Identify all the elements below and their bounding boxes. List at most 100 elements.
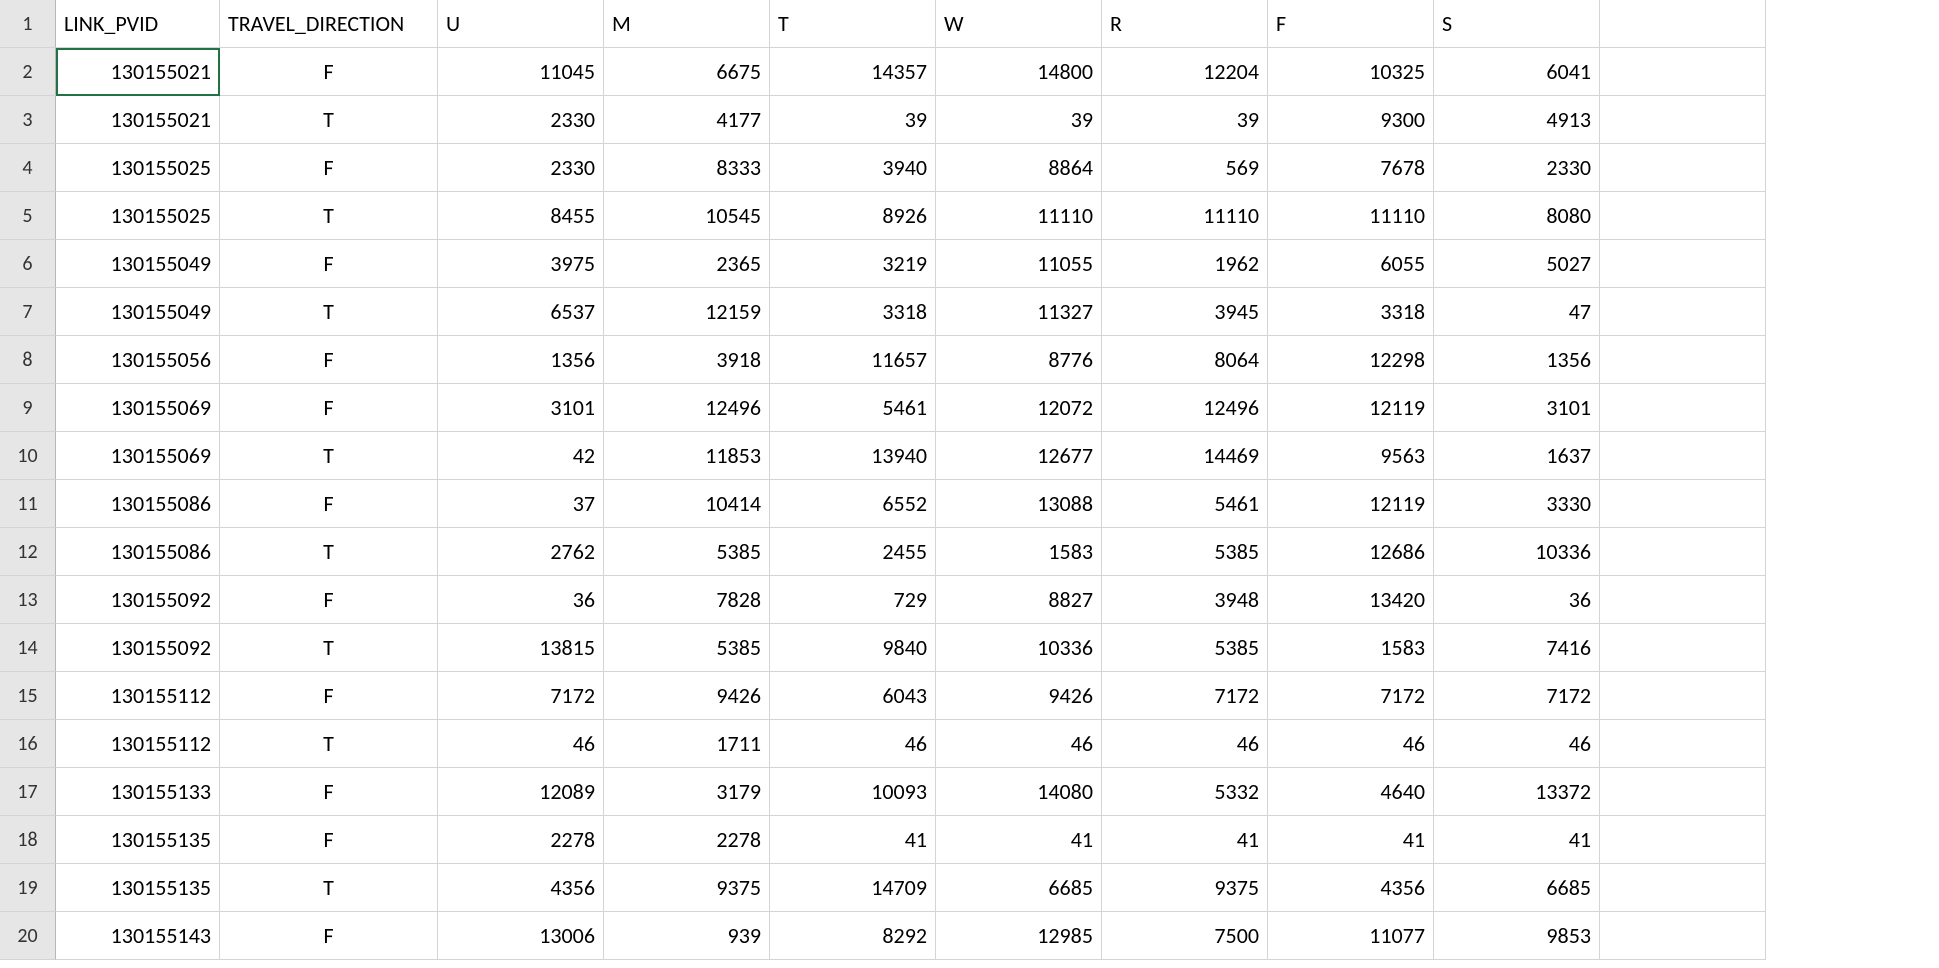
empty-cell[interactable] (1600, 48, 1766, 96)
cell-S[interactable]: 2330 (1434, 144, 1600, 192)
cell-S[interactable]: 1637 (1434, 432, 1600, 480)
cell-travel-direction[interactable]: F (220, 576, 438, 624)
cell-T[interactable]: 6552 (770, 480, 936, 528)
cell-U[interactable]: 3975 (438, 240, 604, 288)
cell-F[interactable]: 13420 (1268, 576, 1434, 624)
cell-M[interactable]: 9426 (604, 672, 770, 720)
cell-link-pvid[interactable]: 130155112 (56, 672, 220, 720)
cell-M[interactable]: 5385 (604, 528, 770, 576)
cell-R[interactable]: 46 (1102, 720, 1268, 768)
cell-R[interactable]: 1962 (1102, 240, 1268, 288)
cell-F[interactable]: 7678 (1268, 144, 1434, 192)
cell-W[interactable]: 8827 (936, 576, 1102, 624)
row-header-19[interactable]: 19 (0, 864, 56, 912)
column-header-U[interactable]: U (438, 0, 604, 48)
cell-F[interactable]: 12119 (1268, 384, 1434, 432)
row-header-4[interactable]: 4 (0, 144, 56, 192)
cell-M[interactable]: 11853 (604, 432, 770, 480)
cell-link-pvid[interactable]: 130155092 (56, 624, 220, 672)
cell-travel-direction[interactable]: F (220, 816, 438, 864)
row-header-18[interactable]: 18 (0, 816, 56, 864)
cell-W[interactable]: 39 (936, 96, 1102, 144)
row-header-10[interactable]: 10 (0, 432, 56, 480)
cell-M[interactable]: 3179 (604, 768, 770, 816)
cell-W[interactable]: 13088 (936, 480, 1102, 528)
cell-S[interactable]: 36 (1434, 576, 1600, 624)
cell-M[interactable]: 9375 (604, 864, 770, 912)
cell-T[interactable]: 8926 (770, 192, 936, 240)
cell-U[interactable]: 13006 (438, 912, 604, 960)
cell-M[interactable]: 2278 (604, 816, 770, 864)
cell-travel-direction[interactable]: T (220, 528, 438, 576)
row-header-14[interactable]: 14 (0, 624, 56, 672)
cell-F[interactable]: 11110 (1268, 192, 1434, 240)
cell-W[interactable]: 11110 (936, 192, 1102, 240)
cell-S[interactable]: 3330 (1434, 480, 1600, 528)
cell-travel-direction[interactable]: F (220, 144, 438, 192)
cell-travel-direction[interactable]: T (220, 864, 438, 912)
cell-F[interactable]: 10325 (1268, 48, 1434, 96)
cell-link-pvid[interactable]: 130155069 (56, 384, 220, 432)
cell-W[interactable]: 8776 (936, 336, 1102, 384)
column-header-LINK_PVID[interactable]: LINK_PVID (56, 0, 220, 48)
empty-cell[interactable] (1600, 432, 1766, 480)
cell-S[interactable]: 41 (1434, 816, 1600, 864)
cell-F[interactable]: 9300 (1268, 96, 1434, 144)
cell-S[interactable]: 47 (1434, 288, 1600, 336)
cell-F[interactable]: 12298 (1268, 336, 1434, 384)
cell-S[interactable]: 6685 (1434, 864, 1600, 912)
cell-W[interactable]: 41 (936, 816, 1102, 864)
empty-cell[interactable] (1600, 0, 1766, 48)
cell-U[interactable]: 13815 (438, 624, 604, 672)
cell-F[interactable]: 6055 (1268, 240, 1434, 288)
column-header-M[interactable]: M (604, 0, 770, 48)
row-header-2[interactable]: 2 (0, 48, 56, 96)
cell-T[interactable]: 14357 (770, 48, 936, 96)
cell-M[interactable]: 10545 (604, 192, 770, 240)
cell-R[interactable]: 7500 (1102, 912, 1268, 960)
row-header-16[interactable]: 16 (0, 720, 56, 768)
empty-cell[interactable] (1600, 864, 1766, 912)
cell-link-pvid[interactable]: 130155112 (56, 720, 220, 768)
cell-W[interactable]: 11327 (936, 288, 1102, 336)
cell-R[interactable]: 12496 (1102, 384, 1268, 432)
row-header-15[interactable]: 15 (0, 672, 56, 720)
cell-S[interactable]: 9853 (1434, 912, 1600, 960)
cell-W[interactable]: 14800 (936, 48, 1102, 96)
cell-M[interactable]: 10414 (604, 480, 770, 528)
cell-S[interactable]: 8080 (1434, 192, 1600, 240)
cell-link-pvid[interactable]: 130155143 (56, 912, 220, 960)
cell-travel-direction[interactable]: F (220, 768, 438, 816)
cell-link-pvid[interactable]: 130155135 (56, 864, 220, 912)
cell-U[interactable]: 2330 (438, 96, 604, 144)
cell-U[interactable]: 2278 (438, 816, 604, 864)
row-header-1[interactable]: 1 (0, 0, 56, 48)
cell-F[interactable]: 7172 (1268, 672, 1434, 720)
cell-U[interactable]: 6537 (438, 288, 604, 336)
cell-T[interactable]: 3940 (770, 144, 936, 192)
empty-cell[interactable] (1600, 576, 1766, 624)
cell-M[interactable]: 5385 (604, 624, 770, 672)
row-header-6[interactable]: 6 (0, 240, 56, 288)
cell-S[interactable]: 10336 (1434, 528, 1600, 576)
cell-T[interactable]: 13940 (770, 432, 936, 480)
cell-travel-direction[interactable]: T (220, 288, 438, 336)
cell-R[interactable]: 8064 (1102, 336, 1268, 384)
cell-U[interactable]: 3101 (438, 384, 604, 432)
row-header-17[interactable]: 17 (0, 768, 56, 816)
cell-R[interactable]: 39 (1102, 96, 1268, 144)
cell-U[interactable]: 42 (438, 432, 604, 480)
cell-link-pvid[interactable]: 130155049 (56, 240, 220, 288)
cell-T[interactable]: 11657 (770, 336, 936, 384)
empty-cell[interactable] (1600, 672, 1766, 720)
empty-cell[interactable] (1600, 288, 1766, 336)
cell-W[interactable]: 8864 (936, 144, 1102, 192)
cell-T[interactable]: 5461 (770, 384, 936, 432)
cell-F[interactable]: 4640 (1268, 768, 1434, 816)
row-header-5[interactable]: 5 (0, 192, 56, 240)
empty-cell[interactable] (1600, 816, 1766, 864)
cell-R[interactable]: 41 (1102, 816, 1268, 864)
cell-R[interactable]: 14469 (1102, 432, 1268, 480)
cell-R[interactable]: 569 (1102, 144, 1268, 192)
empty-cell[interactable] (1600, 528, 1766, 576)
